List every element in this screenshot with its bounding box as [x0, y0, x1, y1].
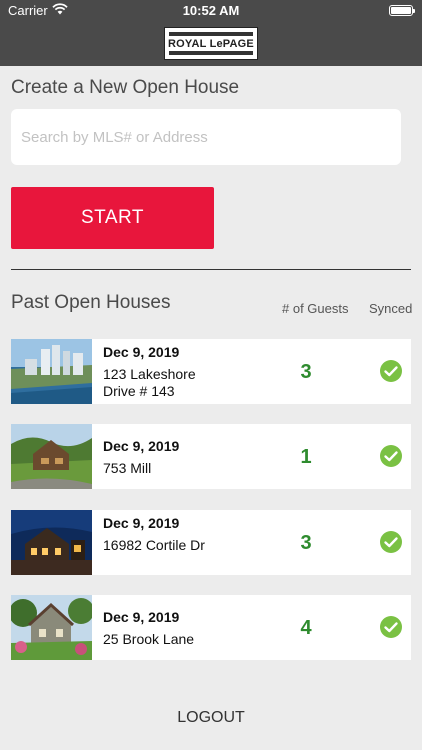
- synced-check-icon: [380, 616, 402, 638]
- open-house-address: 753 Mill: [103, 460, 152, 476]
- open-house-date: Dec 9, 2019: [103, 515, 180, 531]
- status-bar: Carrier 10:52 AM: [0, 0, 422, 22]
- battery-icon: [389, 5, 415, 16]
- property-photo: [11, 339, 92, 404]
- guest-count: 3: [300, 532, 312, 554]
- search-input[interactable]: [11, 109, 401, 165]
- logout-button[interactable]: LOGOUT: [0, 709, 422, 727]
- nav-bar: ROYAL LePAGE: [0, 22, 422, 66]
- create-open-house-title: Create a New Open House: [11, 77, 240, 98]
- guest-count: 3: [300, 361, 312, 383]
- section-divider: [11, 269, 411, 270]
- past-open-houses-title: Past Open Houses: [11, 292, 171, 313]
- search-field[interactable]: [11, 109, 401, 165]
- guest-count: 1: [300, 446, 312, 468]
- property-photo: [11, 510, 92, 575]
- synced-check-icon: [380, 445, 402, 467]
- open-house-address: 123 Lakeshore Drive # 143: [103, 366, 196, 399]
- guest-count: 4: [300, 617, 312, 639]
- clock: 10:52 AM: [182, 3, 240, 18]
- open-house-row[interactable]: Dec 9, 2019 753 Mill 1: [11, 424, 411, 489]
- guests-column-header: # of Guests: [282, 301, 349, 316]
- open-house-date: Dec 9, 2019: [103, 438, 180, 454]
- open-house-address: 16982 Cortile Dr: [103, 537, 205, 553]
- open-house-row[interactable]: Dec 9, 2019 123 Lakeshore Drive # 143 3: [11, 339, 411, 404]
- start-button[interactable]: START: [11, 187, 214, 249]
- open-house-address: 25 Brook Lane: [103, 631, 195, 647]
- logo-text: ROYAL LePAGE: [168, 38, 254, 50]
- synced-check-icon: [380, 531, 402, 553]
- synced-check-icon: [380, 360, 402, 382]
- property-photo: [11, 424, 92, 489]
- property-photo: [11, 595, 92, 660]
- synced-column-header: Synced: [369, 301, 413, 316]
- royal-lepage-logo: ROYAL LePAGE: [164, 27, 258, 60]
- open-house-row[interactable]: Dec 9, 2019 16982 Cortile Dr 3: [11, 510, 411, 575]
- open-house-row[interactable]: Dec 9, 2019 25 Brook Lane 4: [11, 595, 411, 660]
- open-house-date: Dec 9, 2019: [103, 609, 180, 625]
- open-house-date: Dec 9, 2019: [103, 344, 180, 360]
